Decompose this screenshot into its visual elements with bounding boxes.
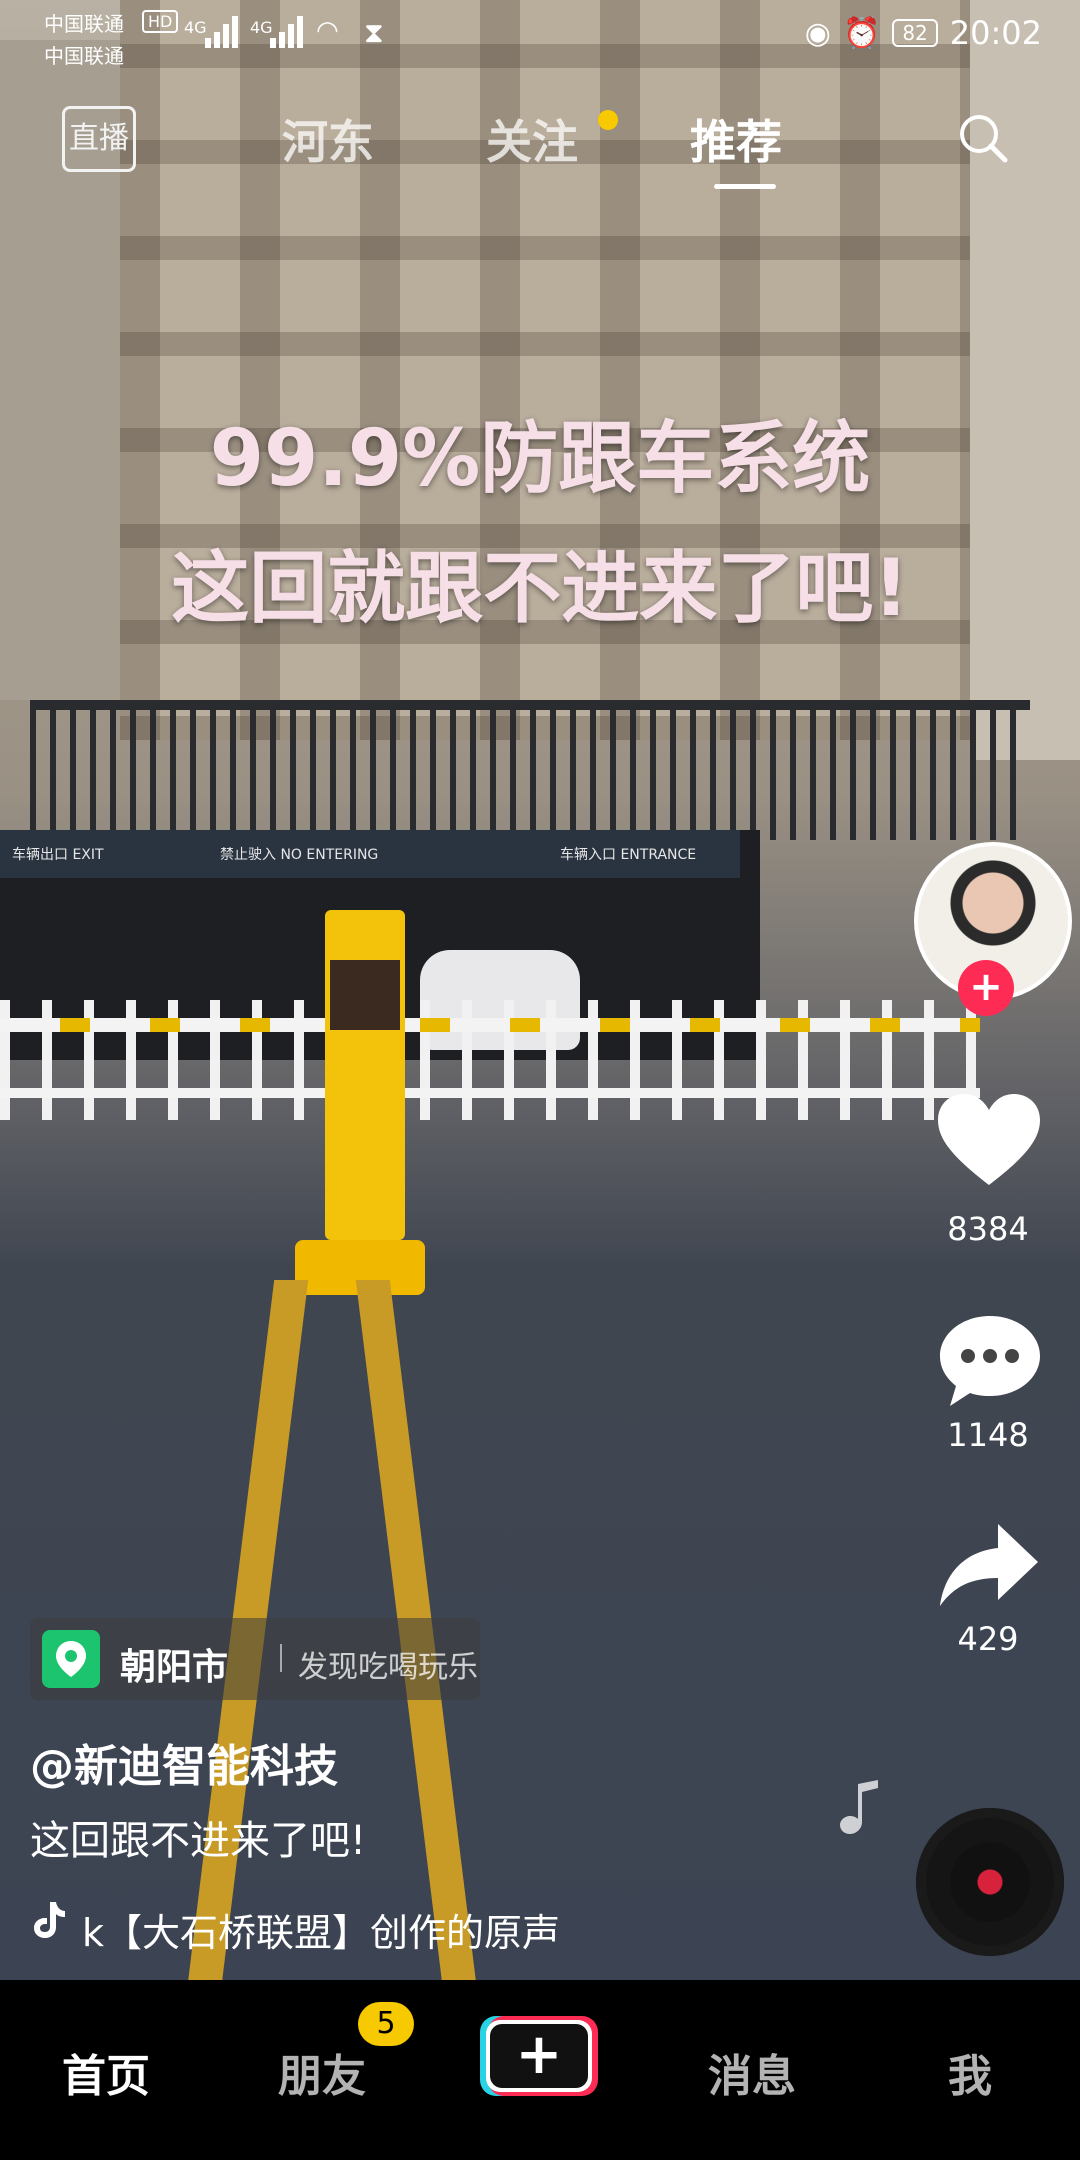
alarm-icon: ⏰: [842, 15, 881, 51]
background-fence: [30, 700, 1030, 840]
status-right: ◉ ⏰ 82 20:02: [805, 14, 1042, 52]
search-icon[interactable]: [955, 110, 1011, 166]
comment-count: 1148: [947, 1416, 1029, 1454]
wifi-icon: ◠: [316, 16, 339, 46]
like-count: 8384: [947, 1210, 1029, 1248]
like-heart-icon[interactable]: [934, 1090, 1044, 1190]
signal-bars-icon: [205, 14, 245, 48]
eye-icon: ◉: [804, 15, 831, 51]
active-tab-underline: [714, 184, 776, 189]
plus-icon: +: [490, 2024, 588, 2088]
tiktok-note-icon: [34, 1902, 65, 1938]
gate-display: [330, 960, 400, 1030]
top-nav: 直播 河东 关注 推荐: [0, 100, 1080, 190]
nav-home[interactable]: 首页: [62, 2040, 150, 2104]
following-dot-indicator: [598, 110, 618, 130]
music-disc[interactable]: [916, 1808, 1064, 1956]
carrier-1: 中国联通: [44, 12, 124, 36]
music-disc-cover: [950, 1842, 1030, 1922]
battery-indicator: 82: [892, 19, 938, 47]
video-overlay-text-2: 这回就跟不进来了吧!: [171, 544, 909, 634]
location-pin-icon: [56, 1641, 86, 1677]
garage-sign: 车辆出口 EXIT 禁止驶入 NO ENTERING 车辆入口 ENTRANCE: [0, 830, 740, 878]
music-title[interactable]: k【大石桥联盟】创作的原声: [82, 1902, 572, 1957]
nav-friends[interactable]: 朋友: [278, 2040, 366, 2104]
location-name: 朝阳市: [120, 1647, 229, 1688]
create-post-button[interactable]: +: [480, 2016, 598, 2096]
tab-following[interactable]: 关注: [486, 106, 578, 172]
barrier-rail: [0, 1018, 980, 1032]
friends-badge: 5: [358, 2002, 414, 2046]
share-count: 429: [957, 1620, 1019, 1658]
share-arrow-icon[interactable]: [936, 1520, 1042, 1616]
author-name[interactable]: @新迪智能科技: [30, 1730, 338, 1794]
barrier-rail-lower: [0, 1088, 980, 1098]
screen: 车辆出口 EXIT 禁止驶入 NO ENTERING 车辆入口 ENTRANCE…: [0, 0, 1080, 2160]
hourglass-icon: ⧗: [364, 16, 384, 49]
signal-bars-icon: [270, 14, 310, 48]
nav-me[interactable]: 我: [948, 2040, 992, 2104]
location-subtitle: 发现吃喝玩乐: [298, 1650, 478, 1685]
clock: 20:02: [949, 14, 1042, 52]
network-type-1: 4G: [184, 18, 207, 37]
live-button[interactable]: 直播: [62, 106, 136, 172]
location-separator: [280, 1644, 282, 1672]
follow-button[interactable]: +: [958, 960, 1014, 1016]
hd-badge: HD: [142, 10, 179, 33]
status-bar: 中国联通 中国联通 HD 4G 4G ◠ ⧗ ◉ ⏰ 82 20:02: [0, 0, 1080, 72]
garage-sign-exit: 车辆出口 EXIT: [12, 847, 104, 863]
location-pin-box: [42, 1630, 100, 1688]
tab-local[interactable]: 河东: [282, 106, 374, 172]
tab-recommended[interactable]: 推荐: [690, 106, 782, 172]
garage-sign-entrance: 车辆入口 ENTRANCE: [560, 847, 697, 863]
comment-icon[interactable]: [936, 1310, 1044, 1410]
video-overlay-text-1: 99.9%防跟车系统: [209, 414, 871, 504]
nav-messages[interactable]: 消息: [708, 2040, 796, 2104]
carrier-2: 中国联通: [44, 44, 124, 68]
floating-music-note-icon: [840, 1780, 878, 1834]
bottom-nav: 首页 朋友 5 + 消息 我: [0, 1980, 1080, 2160]
location-chip[interactable]: 朝阳市 发现吃喝玩乐: [30, 1618, 480, 1700]
video-description: 这回跟不进来了吧!: [30, 1818, 367, 1864]
garage-sign-no-entry: 禁止驶入 NO ENTERING: [220, 847, 379, 863]
